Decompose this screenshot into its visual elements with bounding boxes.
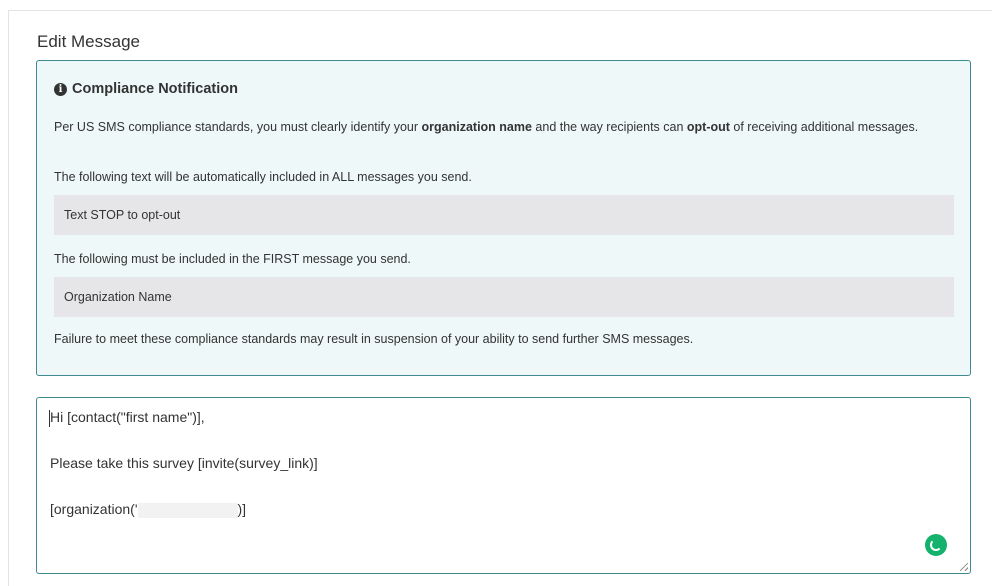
para1-text-c: of receiving additional messages.	[729, 120, 919, 134]
compliance-paragraph-1: Per US SMS compliance standards, you mus…	[54, 118, 944, 136]
compliance-paragraph-4: Failure to meet these compliance standar…	[54, 332, 694, 346]
compliance-title-text: Compliance Notification	[72, 81, 238, 97]
optout-text-block: Text STOP to opt-out	[54, 195, 954, 235]
message-textarea[interactable]: Hi [contact("first name")], Please take …	[36, 397, 971, 574]
page-title: Edit Message	[37, 32, 140, 51]
resize-handle-icon[interactable]	[960, 563, 968, 571]
message-line-2: Please take this survey [invite(survey_l…	[50, 455, 318, 471]
message-line-1: Hi [contact("first name")],	[50, 409, 205, 425]
para1-bold-org: organization name	[421, 120, 532, 134]
compliance-paragraph-3: The following must be included in the FI…	[54, 252, 411, 266]
grammar-check-icon[interactable]	[925, 534, 947, 556]
para1-text-b: and the way recipients can	[531, 120, 687, 134]
compliance-title: i Compliance Notification	[54, 81, 238, 97]
organization-name-block: Organization Name	[54, 277, 954, 317]
info-circle-icon: i	[54, 82, 67, 96]
line3-suffix: )]	[237, 501, 247, 517]
para1-bold-optout: opt-out	[686, 120, 730, 134]
message-line-3: [organization(')]	[50, 501, 246, 518]
redacted-text	[137, 502, 238, 518]
line3-prefix: [organization('	[50, 501, 138, 517]
para1-text-a: Per US SMS compliance standards, you mus…	[54, 120, 422, 134]
compliance-paragraph-2: The following text will be automatically…	[54, 170, 472, 184]
compliance-notification: i Compliance Notification Per US SMS com…	[36, 60, 971, 376]
